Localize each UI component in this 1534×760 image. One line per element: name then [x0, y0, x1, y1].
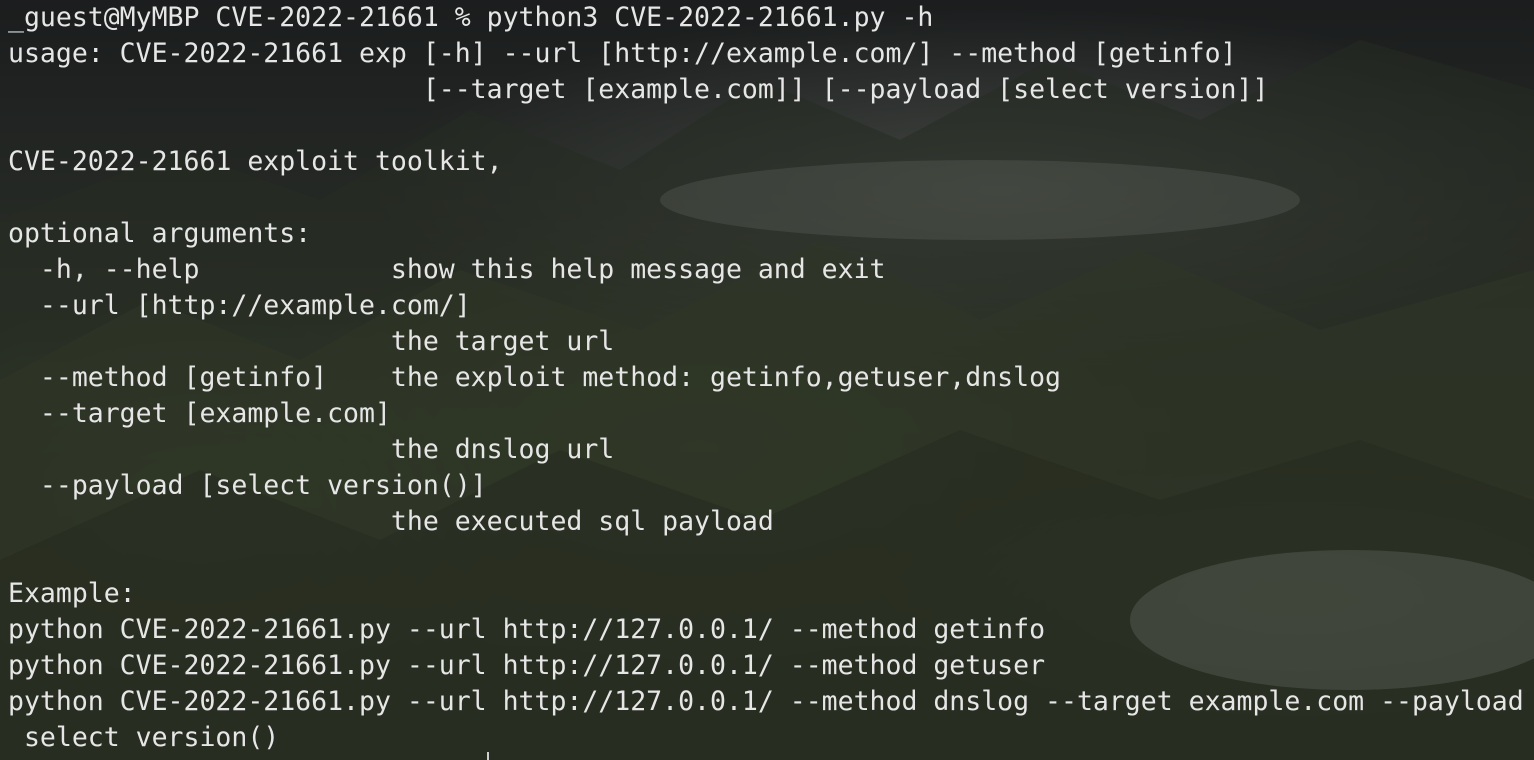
method-arg-line: --method [getinfo] the exploit method: g…: [8, 362, 1061, 393]
usage-line: usage: CVE-2022-21661 exp [-h] --url [ht…: [8, 38, 1237, 69]
example-heading: Example:: [8, 578, 136, 609]
target-arg-description: the dnslog url: [8, 434, 615, 465]
description-line: CVE-2022-21661 exploit toolkit,: [8, 146, 503, 177]
example-line-dnslog-wrap: select version(): [8, 722, 280, 753]
payload-arg-description: the executed sql payload: [8, 506, 774, 537]
optional-arguments-heading: optional arguments:: [8, 218, 312, 249]
terminal-window[interactable]: _guest@MyMBP CVE-2022-21661 % python3 CV…: [0, 0, 1534, 760]
payload-arg-line: --payload [select version()]: [8, 470, 487, 501]
example-line-getuser: python CVE-2022-21661.py --url http://12…: [8, 650, 1046, 681]
terminal-output[interactable]: _guest@MyMBP CVE-2022-21661 % python3 CV…: [8, 0, 1524, 756]
url-arg-description: the target url: [8, 326, 615, 357]
example-line-getinfo: python CVE-2022-21661.py --url http://12…: [8, 614, 1046, 645]
usage-line-continued: [--target [example.com]] [--payload [sel…: [8, 74, 1269, 105]
target-arg-line: --target [example.com]: [8, 398, 391, 429]
url-arg-line: --url [http://example.com/]: [8, 290, 471, 321]
text-cursor: [487, 752, 489, 760]
prompt-command-line: _guest@MyMBP CVE-2022-21661 % python3 CV…: [8, 2, 934, 33]
help-arg-line: -h, --help show this help message and ex…: [8, 254, 886, 285]
example-line-dnslog: python CVE-2022-21661.py --url http://12…: [8, 686, 1524, 717]
